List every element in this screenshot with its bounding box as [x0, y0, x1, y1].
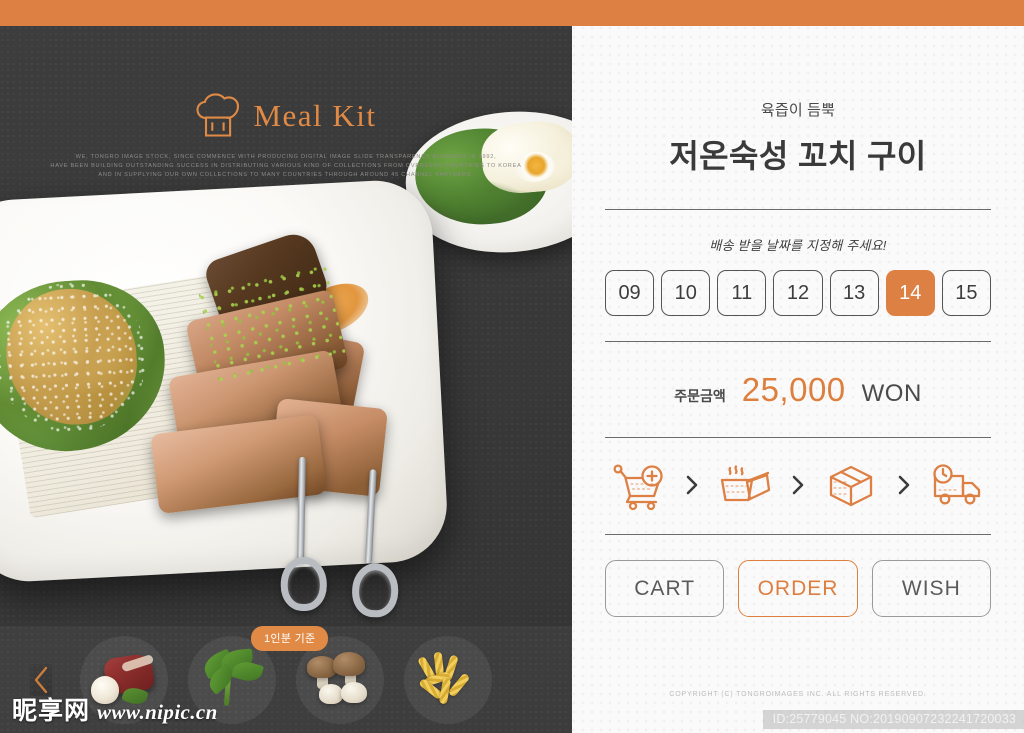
right-order-panel: 육즙이 듬뿍 저온숙성 꼬치 구이 배송 받을 날짜를 지정해 주세요! 09 …: [572, 26, 1024, 733]
skewer-handle-loop: [351, 562, 400, 619]
id-watermark: ID:25779045 NO:20190907232241720033: [762, 710, 1024, 729]
brand-description-line: WE, TONGRO IMAGE STOCK, SINCE COMMENCE W…: [75, 154, 497, 160]
delivery-date-prompt: 배송 받을 날짜를 지정해 주세요!: [709, 238, 887, 253]
main-dish-plate: [0, 177, 450, 619]
brand-name: Meal Kit: [253, 98, 377, 133]
cooking-pot-icon: [717, 460, 773, 510]
shiitake-cap: [333, 651, 365, 676]
add-to-cart-icon: [611, 460, 667, 511]
brand-description: WE, TONGRO IMAGE STOCK, SINCE COMMENCE W…: [0, 153, 572, 181]
chevron-right-icon: [684, 474, 700, 496]
copyright-text: COPYRIGHT (C) TONGROIMAGES INC. ALL RIGH…: [669, 691, 927, 698]
divider: [605, 341, 991, 342]
price-currency: WON: [861, 380, 922, 407]
action-buttons: CART ORDER WISH: [605, 560, 991, 617]
date-option-11[interactable]: 11: [717, 270, 767, 316]
date-option-09[interactable]: 09: [605, 270, 655, 316]
top-accent-bar: [0, 0, 1024, 26]
left-product-panel: Meal Kit WE, TONGRO IMAGE STOCK, SINCE C…: [0, 26, 572, 733]
skewer-handle-loop: [280, 556, 327, 611]
order-button[interactable]: ORDER: [738, 560, 858, 617]
button-mushroom: [319, 683, 343, 704]
price-label: 주문금액: [674, 388, 726, 404]
divider: [605, 209, 991, 210]
wish-button[interactable]: WISH: [871, 560, 991, 617]
chef-hat-icon: [195, 92, 241, 140]
chevron-right-icon: [896, 474, 912, 496]
product-title: 저온숙성 꼬치 구이: [669, 138, 927, 174]
date-option-15[interactable]: 15: [941, 270, 991, 316]
brand-logo-block: Meal Kit WE, TONGRO IMAGE STOCK, SINCE C…: [0, 92, 572, 181]
beef-fat-cap: [120, 653, 155, 672]
nipic-watermark: 昵享网 www.nipic.cn: [12, 691, 218, 727]
order-price: 주문금액 25,000 WON: [605, 371, 991, 409]
promo-page: Meal Kit WE, TONGRO IMAGE STOCK, SINCE C…: [0, 0, 1024, 733]
chevron-right-icon: [790, 474, 806, 496]
watermark-logo: 昵享网: [12, 696, 91, 725]
package-box-icon: [823, 460, 879, 510]
button-mushroom: [341, 681, 367, 703]
ingredient-pasta[interactable]: [404, 635, 492, 724]
product-subtitle: 육즙이 듬뿍: [760, 102, 836, 119]
delivery-date-selector: 09 10 11 12 13 14 15: [605, 270, 991, 316]
delivery-truck-icon: [929, 460, 985, 510]
order-process-steps: [605, 460, 991, 511]
date-option-14-selected[interactable]: 14: [885, 270, 935, 316]
price-amount: 25,000: [741, 371, 846, 408]
date-option-13[interactable]: 13: [829, 270, 879, 316]
brand-description-line: AND IN SUPPLYING OUR OWN COLLECTIONS TO …: [98, 172, 474, 179]
watermark-url: www.nipic.cn: [97, 700, 218, 724]
brand-description-line: HAVE BEEN BUILDING OUTSTANDING SUCCESS I…: [50, 163, 522, 170]
metal-skewer: [296, 456, 306, 566]
divider: [605, 534, 991, 535]
divider: [605, 437, 991, 438]
serving-size-badge: 1인분 기준: [251, 626, 329, 651]
cart-button[interactable]: CART: [605, 560, 725, 617]
date-option-12[interactable]: 12: [773, 270, 823, 316]
date-option-10[interactable]: 10: [661, 270, 711, 316]
